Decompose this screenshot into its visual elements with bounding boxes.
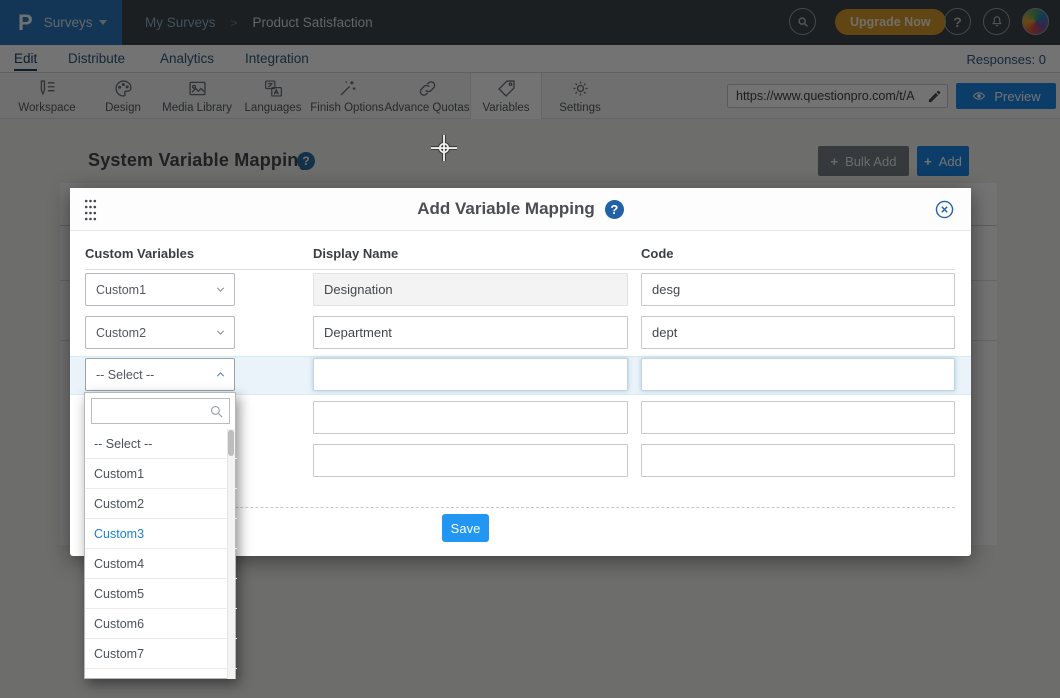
- drag-handle-icon[interactable]: [84, 198, 97, 222]
- mapping-column-headers: Custom Variables Display Name Code: [85, 243, 955, 270]
- save-button[interactable]: Save: [442, 514, 489, 542]
- display-name-input[interactable]: [313, 273, 628, 306]
- custom-variable-select[interactable]: Custom1: [85, 273, 235, 306]
- custom-variable-select[interactable]: Custom2: [85, 316, 235, 349]
- chevron-down-icon: [214, 283, 227, 296]
- display-name-input[interactable]: [313, 316, 628, 349]
- dropdown-option-list: -- Select -- Custom1 Custom2 Custom3 Cus…: [85, 429, 237, 679]
- column-custom-variables: Custom Variables: [85, 246, 194, 261]
- display-name-input[interactable]: [313, 444, 628, 477]
- dropdown-option[interactable]: -- Select --: [85, 429, 237, 459]
- code-input[interactable]: [641, 273, 955, 306]
- dropdown-option[interactable]: Custom5: [85, 579, 237, 609]
- close-icon[interactable]: [934, 199, 955, 220]
- code-input[interactable]: [641, 401, 955, 434]
- code-input[interactable]: [641, 444, 955, 477]
- code-input[interactable]: [641, 358, 955, 391]
- dropdown-option[interactable]: Custom2: [85, 489, 237, 519]
- modal-title: Add Variable Mapping: [417, 199, 595, 219]
- display-name-input[interactable]: [313, 401, 628, 434]
- dropdown-search-field[interactable]: [91, 398, 230, 424]
- dropdown-option[interactable]: Custom6: [85, 609, 237, 639]
- dropdown-option[interactable]: Custom4: [85, 549, 237, 579]
- custom-variable-select-open[interactable]: -- Select --: [85, 358, 235, 391]
- code-input[interactable]: [641, 316, 955, 349]
- modal-help-icon[interactable]: ?: [605, 200, 624, 219]
- search-icon: [208, 403, 225, 420]
- column-display-name: Display Name: [313, 246, 398, 261]
- dropdown-option-highlighted[interactable]: Custom3: [85, 519, 237, 549]
- display-name-input[interactable]: [313, 358, 628, 391]
- custom-variable-dropdown: -- Select -- Custom1 Custom2 Custom3 Cus…: [84, 392, 236, 679]
- chevron-up-icon: [214, 368, 227, 381]
- chevron-down-icon: [214, 326, 227, 339]
- dropdown-option-partial: [85, 669, 237, 679]
- dropdown-option[interactable]: Custom7: [85, 639, 237, 669]
- dropdown-scrollbar[interactable]: [227, 429, 235, 679]
- dropdown-scrollbar-thumb[interactable]: [228, 430, 234, 456]
- column-code: Code: [641, 246, 674, 261]
- questionpro-app: P Surveys My Surveys > Product Satisfact…: [0, 0, 1060, 698]
- modal-header: Add Variable Mapping ?: [70, 188, 971, 231]
- dropdown-option[interactable]: Custom1: [85, 459, 237, 489]
